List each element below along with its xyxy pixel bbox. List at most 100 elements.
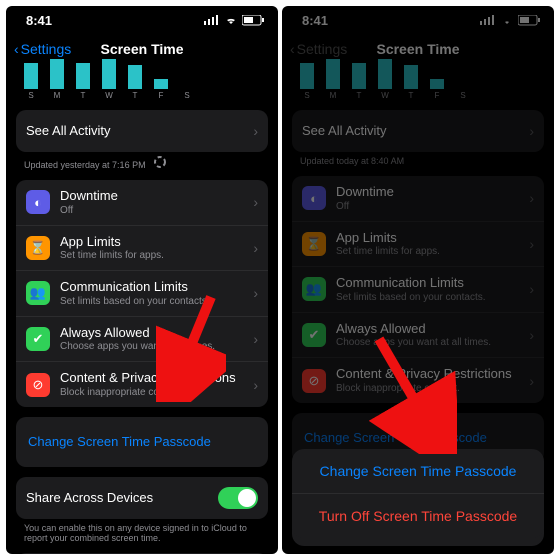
settings-row[interactable]: ✔ Always AllowedChoose apps you want at a… (16, 316, 268, 362)
row-subtitle: Set time limits for apps. (60, 250, 247, 262)
see-all-activity-row[interactable]: See All Activity › (16, 110, 268, 152)
chevron-right-icon: › (253, 377, 258, 393)
chevron-right-icon: › (253, 194, 258, 210)
chevron-right-icon: › (253, 331, 258, 347)
chevron-right-icon: › (529, 373, 534, 389)
status-time: 8:41 (26, 13, 52, 28)
row-icon: 👥 (302, 277, 326, 301)
status-icons (480, 15, 540, 26)
row-subtitle: Set limits based on your contacts. (336, 292, 523, 304)
row-title: Content & Privacy Restrictions (60, 370, 247, 386)
settings-row[interactable]: ✔Always AllowedChoose apps you want at a… (292, 312, 544, 358)
chevron-right-icon: › (529, 236, 534, 252)
see-all-activity-row: See All Activity › (292, 110, 544, 152)
share-row[interactable]: Share Across Devices (16, 477, 268, 519)
status-bar: 8:41 (282, 6, 554, 34)
action-sheet-wrap: Change Screen Time Passcode Turn Off Scr… (282, 493, 554, 546)
back-button: ‹ Settings (290, 41, 347, 57)
limits-section: ◐ DowntimeOff › ⌛ App LimitsSet time limits … (16, 180, 268, 407)
row-subtitle: Set time limits for apps. (336, 246, 523, 258)
share-label: Share Across Devices (26, 490, 218, 506)
row-icon: ✔ (26, 327, 50, 351)
updated-caption: Updated today at 8:40 AM (282, 152, 554, 166)
chevron-right-icon: › (529, 281, 534, 297)
see-all-section: See All Activity › (292, 110, 544, 152)
sheet-change-passcode[interactable]: Change Screen Time Passcode (292, 449, 544, 493)
see-all-label: See All Activity (26, 123, 247, 139)
usage-chart: SMTWTFS (282, 64, 554, 100)
row-icon: ✔ (302, 323, 326, 347)
row-subtitle: Set limits based on your contacts. (60, 296, 247, 308)
phone-left: 8:41 ‹ Settings Screen Time SMTWTFS See … (6, 6, 278, 554)
row-title: Content & Privacy Restrictions (336, 366, 523, 382)
limits-section: ◐DowntimeOff›⌛App LimitsSet time limits … (292, 176, 544, 403)
change-passcode-label: Change Screen Time Passcode (304, 430, 487, 445)
passcode-section: Change Screen Time Passcode (16, 417, 268, 467)
chevron-left-icon: ‹ (290, 41, 295, 57)
see-all-label: See All Activity (302, 123, 523, 139)
nav-bar: ‹ Settings Screen Time (6, 34, 278, 64)
back-button[interactable]: ‹ Settings (14, 41, 71, 57)
row-title: App Limits (60, 234, 247, 250)
row-subtitle: Choose apps you want at all times. (60, 341, 247, 353)
status-bar: 8:41 (6, 6, 278, 34)
action-sheet: Change Screen Time Passcode Turn Off Scr… (292, 449, 544, 538)
row-subtitle: Block inappropriate content. (60, 387, 247, 399)
chevron-right-icon: › (253, 123, 258, 139)
change-passcode-button[interactable]: Change Screen Time Passcode (16, 417, 268, 467)
status-time: 8:41 (302, 13, 328, 28)
settings-row[interactable]: ◐ DowntimeOff › (16, 180, 268, 225)
settings-row[interactable]: ◐DowntimeOff› (292, 176, 544, 221)
sheet-turnoff-label: Turn Off Screen Time Passcode (319, 508, 517, 524)
settings-row[interactable]: ⌛ App LimitsSet time limits for apps. › (16, 225, 268, 271)
wifi-icon (500, 15, 514, 25)
row-icon: ⌛ (26, 236, 50, 260)
back-label: Settings (297, 41, 348, 57)
row-title: Always Allowed (60, 325, 247, 341)
settings-row[interactable]: ⌛App LimitsSet time limits for apps.› (292, 221, 544, 267)
settings-row[interactable]: ⊘Content & Privacy RestrictionsBlock ina… (292, 357, 544, 403)
signal-icon (480, 15, 496, 25)
chevron-right-icon: › (529, 327, 534, 343)
row-title: App Limits (336, 230, 523, 246)
turnoff-section: Turn Off Screen Time (16, 553, 268, 554)
row-subtitle: Off (336, 201, 523, 213)
page-title: Screen Time (100, 41, 183, 57)
share-note: You can enable this on any device signed… (6, 519, 278, 543)
battery-icon (518, 15, 540, 26)
updated-text: Updated yesterday at 7:16 PM (24, 160, 146, 170)
row-title: Downtime (60, 188, 247, 204)
row-icon: ◐ (26, 190, 50, 214)
sheet-change-label: Change Screen Time Passcode (320, 463, 517, 479)
row-title: Communication Limits (60, 279, 247, 295)
row-title: Communication Limits (336, 275, 523, 291)
updated-caption: Updated yesterday at 7:16 PM (6, 152, 278, 170)
change-passcode-label: Change Screen Time Passcode (28, 434, 211, 449)
spinner-icon (154, 156, 166, 168)
row-icon: ◐ (302, 186, 326, 210)
row-icon: ⊘ (26, 373, 50, 397)
row-title: Downtime (336, 184, 523, 200)
chevron-right-icon: › (253, 240, 258, 256)
row-subtitle: Off (60, 205, 247, 217)
settings-row[interactable]: 👥 Communication LimitsSet limits based on… (16, 270, 268, 316)
wifi-icon (224, 15, 238, 25)
chevron-right-icon: › (529, 123, 534, 139)
status-icons (204, 15, 264, 26)
chevron-right-icon: › (253, 285, 258, 301)
row-title: Always Allowed (336, 321, 523, 337)
share-section: Share Across Devices (16, 477, 268, 519)
sheet-turnoff-passcode[interactable]: Turn Off Screen Time Passcode (292, 493, 544, 538)
signal-icon (204, 15, 220, 25)
back-label: Settings (21, 41, 72, 57)
usage-chart[interactable]: SMTWTFS (6, 64, 278, 100)
row-icon: 👥 (26, 281, 50, 305)
settings-row[interactable]: 👥 Communication LimitsSet limits based on… (292, 266, 544, 312)
see-all-section: See All Activity › (16, 110, 268, 152)
nav-bar: ‹ Settings Screen Time (282, 34, 554, 64)
chevron-left-icon: ‹ (14, 41, 19, 57)
share-toggle[interactable] (218, 487, 258, 509)
page-title: Screen Time (376, 41, 459, 57)
turn-off-button[interactable]: Turn Off Screen Time (16, 553, 268, 554)
settings-row[interactable]: ⊘ Content & Privacy RestrictionsBlock ina… (16, 361, 268, 407)
